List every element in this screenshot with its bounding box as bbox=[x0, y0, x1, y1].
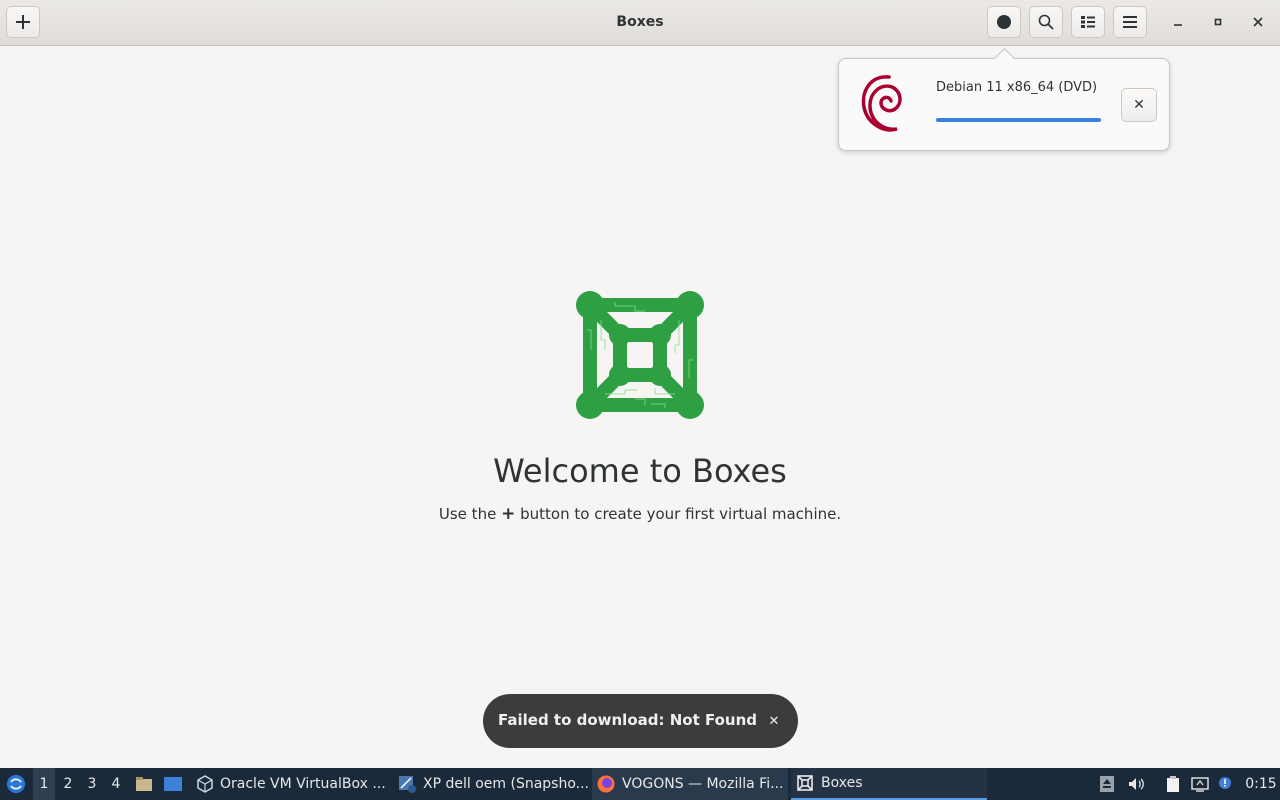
clock[interactable]: 0:15 bbox=[1244, 768, 1278, 800]
view-mode-button[interactable] bbox=[1071, 6, 1105, 38]
xp-vm-icon bbox=[399, 776, 416, 793]
search-button[interactable] bbox=[1029, 6, 1063, 38]
welcome-subtitle: Use the + button to create your first vi… bbox=[0, 504, 1280, 524]
maximize-button[interactable] bbox=[1206, 10, 1230, 34]
debian-logo-icon bbox=[861, 75, 902, 132]
main-menu-button[interactable] bbox=[1113, 6, 1147, 38]
boxes-task-icon bbox=[797, 775, 813, 791]
file-manager-launcher[interactable] bbox=[133, 768, 155, 800]
task-label: XP dell oem (Snapsho... bbox=[423, 776, 590, 792]
downloads-button[interactable] bbox=[987, 6, 1021, 38]
minimize-button[interactable] bbox=[1166, 10, 1190, 34]
task-label: VOGONS — Mozilla Fi... bbox=[622, 776, 784, 792]
notification-icon[interactable] bbox=[1216, 775, 1234, 793]
task-xp-vm[interactable]: XP dell oem (Snapsho... bbox=[393, 768, 589, 800]
welcome-sub-after: button to create your first virtual mach… bbox=[520, 505, 842, 523]
downloads-popover: Debian 11 x86_64 (DVD) ✕ bbox=[838, 58, 1170, 151]
taskbar: 1 2 3 4 Oracle VM VirtualBox ... XP dell… bbox=[0, 768, 1280, 800]
workspace-1[interactable]: 1 bbox=[33, 768, 55, 800]
welcome-sub-plus: + bbox=[501, 504, 516, 524]
workspace-4[interactable]: 4 bbox=[105, 768, 127, 800]
desktop-icon bbox=[164, 777, 182, 791]
workspace-3[interactable]: 3 bbox=[81, 768, 103, 800]
update-tray-icon[interactable] bbox=[1098, 775, 1116, 793]
search-icon bbox=[1038, 14, 1054, 30]
distro-logo-icon bbox=[7, 775, 25, 793]
folder-icon bbox=[136, 777, 152, 791]
workspace-2[interactable]: 2 bbox=[57, 768, 79, 800]
virtualbox-icon bbox=[197, 775, 213, 793]
plus-icon bbox=[16, 15, 30, 29]
volume-icon[interactable] bbox=[1127, 775, 1145, 793]
header-bar: Boxes bbox=[0, 0, 1280, 46]
task-boxes[interactable]: Boxes bbox=[791, 768, 987, 800]
error-toast: Failed to download: Not Found ✕ bbox=[483, 694, 798, 748]
download-progress-bar bbox=[936, 118, 1101, 122]
maximize-icon bbox=[1214, 18, 1222, 26]
start-menu-button[interactable] bbox=[4, 768, 28, 800]
hamburger-menu-icon bbox=[1123, 16, 1137, 28]
toast-message: Failed to download: Not Found bbox=[498, 711, 757, 729]
cancel-download-button[interactable]: ✕ bbox=[1121, 88, 1157, 122]
task-firefox[interactable]: VOGONS — Mozilla Fi... bbox=[592, 768, 788, 800]
show-desktop-launcher[interactable] bbox=[161, 768, 185, 800]
new-box-button[interactable] bbox=[6, 6, 40, 38]
task-label: Boxes bbox=[821, 775, 863, 791]
welcome-title: Welcome to Boxes bbox=[493, 452, 787, 490]
record-icon bbox=[997, 15, 1011, 29]
download-progress-fill bbox=[936, 118, 1101, 122]
clipboard-icon[interactable] bbox=[1164, 775, 1182, 793]
task-virtualbox[interactable]: Oracle VM VirtualBox ... bbox=[192, 768, 392, 800]
close-window-button[interactable] bbox=[1246, 10, 1270, 34]
minimize-icon bbox=[1174, 24, 1182, 26]
close-icon bbox=[1253, 17, 1263, 27]
firefox-icon bbox=[597, 775, 615, 793]
boxes-logo-icon bbox=[576, 291, 704, 419]
list-view-icon bbox=[1081, 16, 1095, 28]
welcome-sub-before: Use the bbox=[438, 505, 497, 523]
toast-close-button[interactable]: ✕ bbox=[763, 710, 785, 732]
download-name: Debian 11 x86_64 (DVD) bbox=[936, 80, 1098, 95]
network-icon[interactable] bbox=[1191, 775, 1209, 793]
task-label: Oracle VM VirtualBox ... bbox=[220, 776, 386, 792]
